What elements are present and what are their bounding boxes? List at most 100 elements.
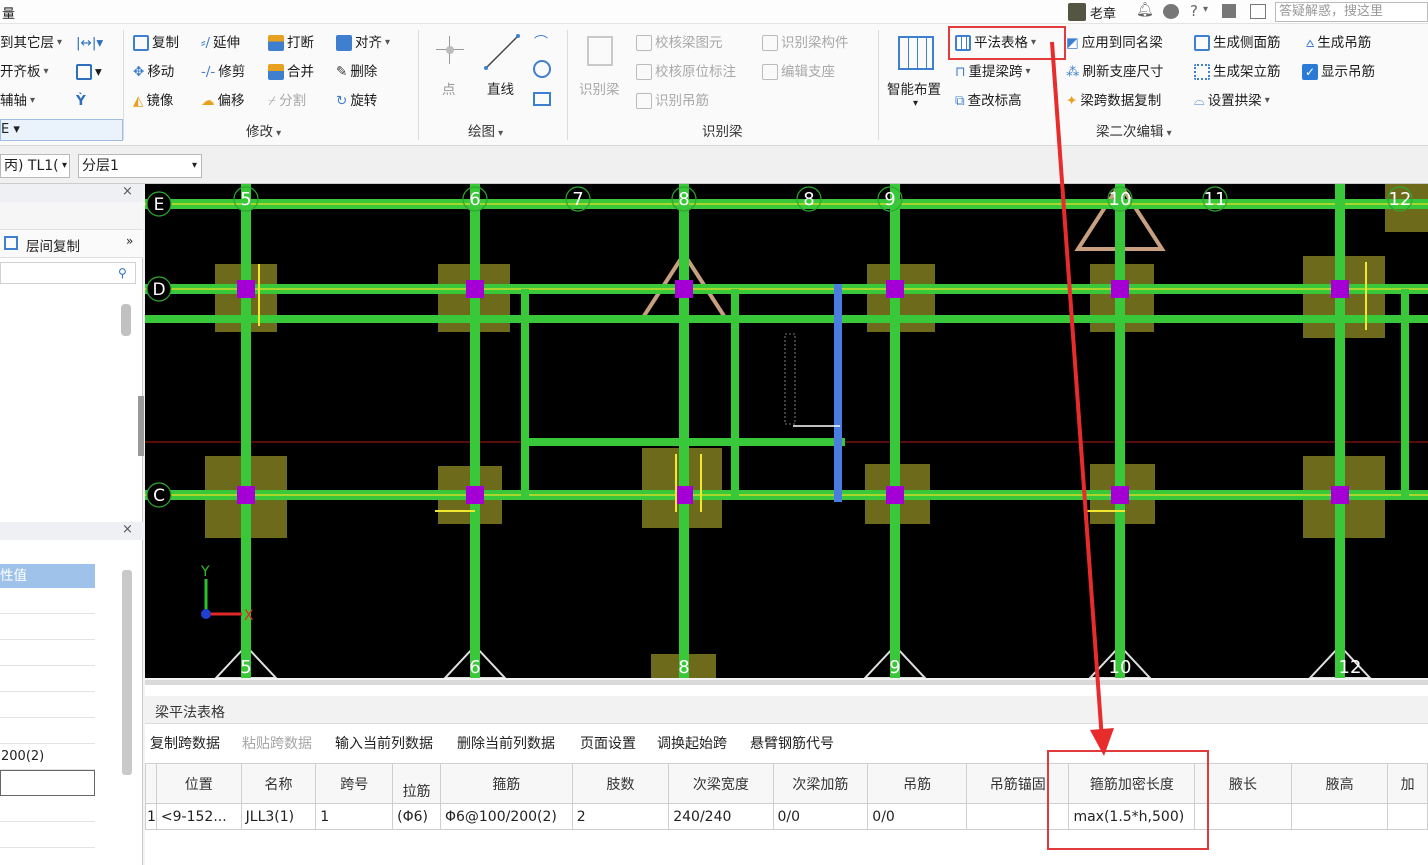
align-width-icon[interactable]: |↔|▾ <box>76 32 103 54</box>
recognize-hanger-button[interactable]: 识别吊筋 <box>636 90 709 112</box>
trim-button[interactable]: -/- 修剪 <box>201 61 245 83</box>
recognize-component-button[interactable]: 识别梁构件 <box>762 32 849 54</box>
cell-span[interactable]: 1 <box>315 803 394 830</box>
property-row[interactable] <box>0 822 95 848</box>
break-button[interactable]: 打断 <box>268 32 314 54</box>
more-icon[interactable]: » <box>126 234 133 248</box>
point-icon[interactable] <box>436 36 464 64</box>
cad-drawing[interactable]: 5 6 7 8 8 9 10 11 12 5 6 8 9 10 12 E D C Y X <box>145 184 1428 678</box>
column-header-0[interactable]: 位置 <box>155 763 242 804</box>
column-header-6[interactable]: 次梁宽度 <box>668 763 774 804</box>
property-row[interactable] <box>0 692 95 718</box>
cell-stirrup[interactable]: Φ6@100/200(2) <box>439 803 573 830</box>
floor-copy-button[interactable]: 层间复制 <box>26 235 80 255</box>
column-header-1[interactable]: 名称 <box>240 763 317 804</box>
cell-legs[interactable]: 2 <box>571 803 670 830</box>
merge-button[interactable]: 合并 <box>268 61 314 83</box>
smart-layout-icon[interactable] <box>898 36 934 70</box>
table-toolbar-button-5[interactable]: 调换起始跨 <box>657 733 727 753</box>
properties-close-icon[interactable]: × <box>122 522 133 537</box>
refresh-support-button[interactable]: ⁂ 刷新支座尺寸 <box>1066 61 1164 83</box>
mirror-button[interactable]: ◭ 镜像 <box>133 90 173 112</box>
align-slab-button[interactable]: 开齐板 <box>0 61 49 83</box>
copy-button[interactable]: 复制 <box>133 32 179 54</box>
aux-axis-button[interactable]: 辅轴 <box>0 90 35 112</box>
cell-extra[interactable] <box>1387 803 1428 830</box>
column-header-2[interactable]: 跨号 <box>315 763 394 804</box>
cell-hanger[interactable]: 0/0 <box>867 803 968 830</box>
rotate-button[interactable]: ↻ 旋转 <box>336 90 377 112</box>
recognize-beam-label[interactable]: 识别梁 <box>579 78 620 98</box>
smart-layout-label[interactable]: 智能布置 <box>887 78 941 98</box>
column-header-8[interactable]: 吊筋 <box>867 763 968 804</box>
panel-splitter[interactable] <box>145 680 1428 685</box>
cell-sec_width[interactable]: 240/240 <box>668 803 774 830</box>
smart-layout-dropdown-icon[interactable]: ▾ <box>913 98 918 109</box>
table-toolbar-button-2[interactable]: 输入当前列数据 <box>335 733 433 753</box>
component-select[interactable]: 丙) TL1(▾ <box>0 154 70 178</box>
shirt-icon[interactable] <box>1222 4 1236 18</box>
property-row[interactable] <box>0 614 95 640</box>
delete-button[interactable]: ✎ 删除 <box>336 61 377 83</box>
component-search-input[interactable] <box>0 262 136 284</box>
property-row[interactable]: 200(2) <box>0 744 95 770</box>
property-row-selected[interactable] <box>0 770 95 796</box>
table-toolbar-button-1[interactable]: 粘贴跨数据 <box>242 733 312 753</box>
cell-position[interactable]: <9-152... <box>155 803 242 830</box>
modify-group-label[interactable]: 修改 <box>246 120 281 140</box>
layer-select[interactable]: 分层1 ▾ <box>78 154 202 178</box>
column-header-12[interactable]: 腋高 <box>1290 763 1389 804</box>
line-icon[interactable] <box>482 32 522 72</box>
beam-edit-group-label[interactable]: 梁二次编辑 <box>1096 120 1172 140</box>
property-row[interactable] <box>0 796 95 822</box>
arc-icon[interactable]: ⌒ <box>534 32 548 52</box>
cell-name[interactable]: JLL3(1) <box>240 803 317 830</box>
layer-icon[interactable]: ▾ <box>76 61 102 83</box>
search-input[interactable]: 答疑解惑，搜这里 <box>1275 2 1428 22</box>
search-icon[interactable]: ⚲ <box>118 266 127 280</box>
gen-hanger-button[interactable]: ⩟ 生成吊筋 <box>1306 32 1371 54</box>
cell-tie[interactable]: (Φ6) <box>392 803 441 830</box>
avatar[interactable] <box>1068 3 1086 21</box>
window-icon[interactable] <box>1250 4 1266 19</box>
table-toolbar-button-6[interactable]: 悬臂钢筋代号 <box>750 733 834 753</box>
cell-haunch_len[interactable] <box>1194 803 1292 830</box>
column-header-3[interactable]: 拉筋 <box>392 763 441 804</box>
draw-group-label[interactable]: 绘图 <box>468 120 503 140</box>
rect-icon[interactable] <box>533 92 551 106</box>
line-label[interactable]: 直线 <box>487 78 514 98</box>
left-group-dropdown[interactable]: E ▾ <box>0 119 123 141</box>
table-row[interactable]: 1 <9-152... JLL3(1) 1 (Φ6) Φ6@100/200(2) 2 240/… <box>145 803 1428 830</box>
property-row[interactable] <box>0 718 95 744</box>
change-elevation-button[interactable]: ⧉ 查改标高 <box>955 90 1022 112</box>
column-header-11[interactable]: 腋长 <box>1194 763 1292 804</box>
cell-haunch_h[interactable] <box>1290 803 1389 830</box>
extend-button[interactable]: ⸗/延伸 <box>201 32 240 54</box>
gen-side-rebar-button[interactable]: 生成侧面筋 <box>1194 32 1281 54</box>
edit-support-button[interactable]: 编辑支座 <box>762 61 835 83</box>
cross-span-copy-button[interactable]: ✦ 梁跨数据复制 <box>1066 90 1161 112</box>
splitter-handle[interactable] <box>138 396 144 456</box>
property-row[interactable] <box>0 588 95 614</box>
user-name[interactable]: 老章 <box>1090 3 1116 22</box>
tree-scrollbar[interactable] <box>121 304 131 336</box>
table-toolbar-button-0[interactable]: 复制跨数据 <box>150 733 220 753</box>
bell-icon[interactable]: 🔔︎ <box>1136 2 1154 18</box>
help-icon[interactable]: ? <box>1190 2 1198 20</box>
filter-icon[interactable]: Ỳ <box>76 90 86 112</box>
align-button[interactable]: 对齐 <box>336 32 390 54</box>
property-row[interactable] <box>0 666 95 692</box>
properties-scrollbar[interactable] <box>122 570 132 775</box>
recognize-beam-icon[interactable] <box>587 36 613 66</box>
column-header-4[interactable]: 箍筋 <box>439 763 573 804</box>
column-header-5[interactable]: 肢数 <box>571 763 670 804</box>
help-dropdown-icon[interactable]: ▾ <box>1203 4 1208 15</box>
check-original-button[interactable]: 校核原位标注 <box>636 61 736 83</box>
property-row[interactable] <box>0 640 95 666</box>
check-element-button[interactable]: 校核梁图元 <box>636 32 723 54</box>
table-toolbar-button-4[interactable]: 页面设置 <box>580 733 636 753</box>
move-button[interactable]: ✥ 移动 <box>133 61 174 83</box>
split-button[interactable]: ⌿ 分割 <box>268 90 306 112</box>
circle-icon[interactable] <box>533 60 551 78</box>
column-header-7[interactable]: 次梁加筋 <box>772 763 869 804</box>
